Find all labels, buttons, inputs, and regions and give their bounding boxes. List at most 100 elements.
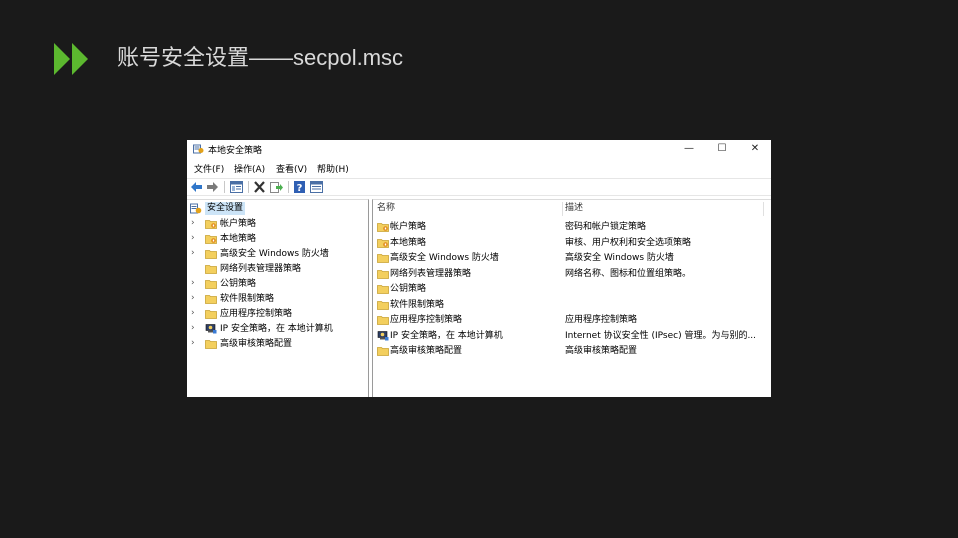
tree-item[interactable]: 网络列表管理器策略 <box>191 262 366 277</box>
folder-icon <box>205 279 217 289</box>
folder-icon <box>377 284 389 294</box>
list-item-name: IP 安全策略，在 本地计算机 <box>390 330 503 341</box>
folder-icon <box>377 269 389 279</box>
policy-folder-icon <box>205 234 217 244</box>
list-item[interactable]: 网络列表管理器策略 网络名称、图标和位置组策略。 <box>373 267 771 282</box>
list-item-description: 高级审核策略配置 <box>565 346 638 356</box>
tree-item-label: 应用程序控制策略 <box>220 309 293 319</box>
list-item-name: 高级审核策略配置 <box>390 346 463 356</box>
chevron-right-icon[interactable]: › <box>191 293 195 303</box>
column-divider[interactable] <box>562 202 563 216</box>
list-item[interactable]: 高级安全 Windows 防火墙 高级安全 Windows 防火墙 <box>373 251 771 266</box>
chevron-right-icon[interactable]: › <box>191 248 195 258</box>
delete-icon[interactable] <box>253 181 266 193</box>
close-button[interactable]: ✕ <box>738 140 771 158</box>
tree-item-label: 帐户策略 <box>220 219 257 229</box>
secpol-window: 本地安全策略 — ☐ ✕ 文件(F) 操作(A) 查看(V) 帮助(H) ? 安… <box>187 140 771 397</box>
list-item-description: 密码和帐户锁定策略 <box>565 222 647 232</box>
tree-root-label: 安全设置 <box>205 202 246 215</box>
policy-folder-icon <box>205 219 217 229</box>
list-item-description: 应用程序控制策略 <box>565 315 638 325</box>
list-item[interactable]: 本地策略 审核、用户权利和安全选项策略 <box>373 236 771 251</box>
tree-item[interactable]: › 应用程序控制策略 <box>191 307 366 322</box>
tree-pane: 安全设置 › 帐户策略 › 本地策略 › 高级安全 Windows 防火墙 网络列表管理器策… <box>187 199 369 397</box>
maximize-button[interactable]: ☐ <box>705 140 739 158</box>
tree-item[interactable]: › 软件限制策略 <box>191 292 366 307</box>
list-item[interactable]: 公钥策略 <box>373 282 771 297</box>
console-tree-icon[interactable] <box>230 181 243 193</box>
column-header-description[interactable]: 描述 <box>565 201 583 216</box>
tree-item[interactable]: › 帐户策略 <box>191 217 366 232</box>
tree-item[interactable]: › 高级审核策略配置 <box>191 337 366 352</box>
properties-icon[interactable] <box>310 181 323 193</box>
toolbar-separator <box>224 181 225 193</box>
tree-item-label: 本地策略 <box>220 234 257 244</box>
tree-item-label: IP 安全策略，在 本地计算机 <box>220 324 333 334</box>
list-item[interactable]: 帐户策略 密码和帐户锁定策略 <box>373 220 771 235</box>
tree-item[interactable]: › 公钥策略 <box>191 277 366 292</box>
list-item-name: 帐户策略 <box>390 222 427 232</box>
security-settings-icon <box>190 203 202 214</box>
menu-bar: 文件(F) 操作(A) 查看(V) 帮助(H) <box>187 160 771 175</box>
tree-item-label: 高级审核策略配置 <box>220 339 293 349</box>
list-item[interactable]: 应用程序控制策略 应用程序控制策略 <box>373 313 771 328</box>
menu-help[interactable]: 帮助(H) <box>317 162 349 175</box>
chevron-right-icon[interactable]: › <box>191 338 195 348</box>
menu-file[interactable]: 文件(F) <box>194 162 224 175</box>
ipsec-icon <box>377 330 389 341</box>
list-item-name: 应用程序控制策略 <box>390 315 463 325</box>
menu-view[interactable]: 查看(V) <box>276 162 307 175</box>
folder-icon <box>377 315 389 325</box>
toolbar: ? <box>187 178 771 196</box>
policy-folder-icon <box>377 238 389 248</box>
export-icon[interactable] <box>270 181 283 193</box>
list-item-description: 审核、用户权利和安全选项策略 <box>565 237 692 248</box>
window-title: 本地安全策略 <box>208 146 263 156</box>
list-item[interactable]: IP 安全策略，在 本地计算机 Internet 协议安全性 (IPsec) 管理… <box>373 329 771 344</box>
minimize-button[interactable]: — <box>672 140 706 158</box>
folder-icon <box>377 346 389 356</box>
folder-icon <box>205 309 217 319</box>
forward-icon[interactable] <box>206 181 219 193</box>
policy-folder-icon <box>377 222 389 232</box>
help-icon[interactable]: ? <box>293 181 306 193</box>
svg-text:?: ? <box>297 183 303 193</box>
folder-icon <box>205 249 217 259</box>
chevron-right-icon[interactable]: › <box>191 323 195 333</box>
tree-item[interactable]: › 高级安全 Windows 防火墙 <box>191 247 366 262</box>
app-icon <box>193 143 204 154</box>
list-item-description: 高级安全 Windows 防火墙 <box>565 253 674 263</box>
folder-icon <box>205 294 217 304</box>
folder-icon <box>377 253 389 263</box>
double-chevron-icon <box>52 42 92 76</box>
list-item-name: 本地策略 <box>390 237 427 248</box>
folder-icon <box>205 264 217 274</box>
toolbar-separator <box>288 181 289 193</box>
chevron-right-icon[interactable]: › <box>191 278 195 288</box>
list-item[interactable]: 软件限制策略 <box>373 298 771 313</box>
list-item-description: 网络名称、图标和位置组策略。 <box>565 268 692 279</box>
title-bar: 本地安全策略 — ☐ ✕ <box>187 140 771 158</box>
chevron-right-icon[interactable]: › <box>191 308 195 318</box>
list-item-name: 软件限制策略 <box>390 299 445 310</box>
list-item[interactable]: 高级审核策略配置 高级审核策略配置 <box>373 344 771 359</box>
tree-item[interactable]: › IP 安全策略，在 本地计算机 <box>191 322 366 337</box>
tree-item-label: 软件限制策略 <box>220 294 275 304</box>
list-pane: 名称 描述 帐户策略 密码和帐户锁定策略 本地策略 审核、用户权利和安全选项策略 高级安… <box>372 199 771 397</box>
column-header-name[interactable]: 名称 <box>377 201 395 216</box>
list-item-name: 公钥策略 <box>390 284 427 294</box>
chevron-right-icon[interactable]: › <box>191 233 195 243</box>
tree-item-label: 公钥策略 <box>220 279 257 289</box>
tree-item-label: 网络列表管理器策略 <box>220 264 302 274</box>
tree-root[interactable]: 安全设置 <box>190 202 360 215</box>
list-item-name: 高级安全 Windows 防火墙 <box>390 253 499 263</box>
column-divider[interactable] <box>763 202 764 216</box>
tree-item[interactable]: › 本地策略 <box>191 232 366 247</box>
tree-item-label: 高级安全 Windows 防火墙 <box>220 249 329 259</box>
list-item-description: Internet 协议安全性 (IPsec) 管理。为与别的... <box>565 330 757 341</box>
menu-action[interactable]: 操作(A) <box>234 162 265 175</box>
folder-icon <box>377 300 389 310</box>
folder-icon <box>205 339 217 349</box>
chevron-right-icon[interactable]: › <box>191 218 195 228</box>
back-icon[interactable] <box>190 181 203 193</box>
